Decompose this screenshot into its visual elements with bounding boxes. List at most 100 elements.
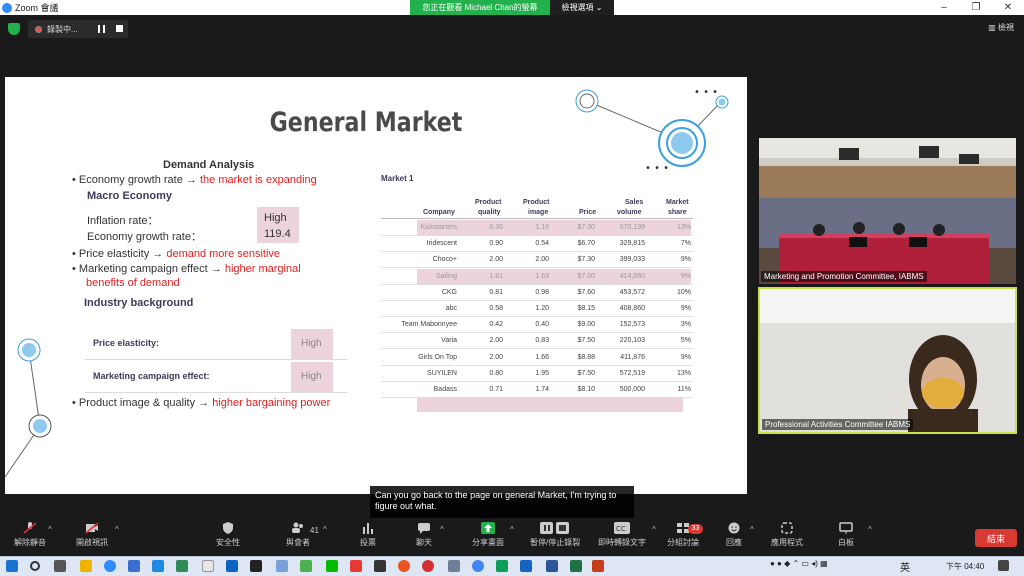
svg-text:• • •: • • •: [694, 87, 718, 98]
powerpoint-icon[interactable]: [592, 560, 604, 572]
outlook-icon[interactable]: [226, 560, 238, 572]
table-cell-volume: 570,199: [619, 224, 645, 231]
table-footer-highlight: [417, 398, 683, 412]
excel-icon[interactable]: [570, 560, 582, 572]
pause-stop-icon: [540, 522, 570, 534]
inflation-value: High: [264, 212, 287, 224]
view-button[interactable]: ▥ 檢視: [988, 22, 1014, 33]
table-row: Girls On Top 2.00 1.66 $8.88 411,876 9%: [381, 350, 693, 366]
task-view-icon[interactable]: [54, 560, 66, 572]
reactions-label: 回應: [726, 538, 742, 547]
app-icon[interactable]: [350, 560, 362, 572]
windows-start-icon[interactable]: [6, 560, 18, 572]
bullet-economy-growth: • Economy growth rate → the market is ex…: [72, 174, 317, 186]
svg-text:• • •: • • •: [645, 163, 669, 174]
chrome-icon[interactable]: [472, 560, 484, 572]
table-row: SUYILEN 0.80 1.95 $7.50 572,519 13%: [381, 366, 693, 382]
participants-icon: [292, 522, 303, 533]
unmute-button[interactable]: 解除靜音: [14, 522, 46, 548]
live-transcript-button[interactable]: CC 即時轉錄文字: [598, 522, 646, 548]
close-button[interactable]: ✕: [993, 0, 1023, 15]
reactions-button[interactable]: 回應: [726, 522, 742, 548]
chat-options-caret[interactable]: ^: [440, 525, 444, 534]
word-icon[interactable]: [520, 560, 532, 572]
bar-chart-icon: [363, 523, 373, 534]
app-icon[interactable]: [202, 560, 214, 572]
muted-microphone-icon: [23, 522, 37, 534]
app-icon[interactable]: [546, 560, 558, 572]
transcript-options-caret[interactable]: ^: [652, 525, 656, 534]
ime-indicator[interactable]: 英: [900, 559, 910, 574]
start-video-button[interactable]: 開啟視訊: [76, 522, 108, 548]
photos-icon[interactable]: [128, 560, 140, 572]
app-icon[interactable]: [374, 560, 386, 572]
whiteboard-button[interactable]: 白板: [838, 522, 854, 548]
minimize-button[interactable]: –: [929, 0, 959, 15]
view-options-button[interactable]: 檢視選項 ⌄: [550, 0, 614, 15]
audio-options-caret[interactable]: ^: [48, 525, 52, 534]
whiteboard-options-caret[interactable]: ^: [868, 525, 872, 534]
table-cell-quality: 0.80: [489, 369, 503, 377]
app-icon[interactable]: [496, 560, 508, 572]
participants-button[interactable]: 與會者: [286, 522, 310, 548]
reactions-options-caret[interactable]: ^: [750, 525, 754, 534]
table-cell-volume: 414,860: [619, 272, 645, 280]
table-cell-quality: 0.81: [489, 288, 503, 296]
table-cell-image: 2.00: [535, 256, 549, 264]
table-cell-image: 0.83: [535, 337, 549, 345]
table-cell-company: Sailing: [435, 272, 457, 280]
security-button[interactable]: 安全性: [216, 522, 240, 548]
table-cell-share: 11%: [677, 386, 692, 393]
app-icon[interactable]: [300, 560, 312, 572]
line-app-icon[interactable]: [326, 560, 338, 572]
video-tile-active-speaker[interactable]: Professional Activities Committee IABMS: [758, 287, 1017, 434]
table-cell-quality: 2.00: [489, 256, 503, 264]
pause-recording-icon[interactable]: [98, 25, 105, 33]
col-quality-2: quality: [478, 209, 501, 216]
table-cell-image: 1.63: [535, 272, 549, 280]
macro-heading: Macro Economy: [87, 190, 172, 202]
col-volume-2: volume: [617, 209, 642, 216]
opera-icon[interactable]: [422, 560, 434, 572]
video-options-caret[interactable]: ^: [115, 525, 119, 534]
shared-slide: • • • • • • General Market Demand Analys…: [5, 77, 747, 494]
table-cell-company: Girls On Top: [418, 353, 457, 361]
chat-button[interactable]: 聊天: [416, 522, 432, 548]
table-cell-volume: 220,103: [619, 337, 645, 345]
bullet-text: • Price elasticity →: [72, 248, 167, 260]
search-icon[interactable]: [30, 561, 40, 571]
share-screen-button[interactable]: 分享畫面: [472, 522, 504, 548]
app-icon[interactable]: [276, 560, 288, 572]
apps-button[interactable]: 應用程式: [771, 522, 803, 548]
app-icon[interactable]: [176, 560, 188, 572]
app-icon[interactable]: [448, 560, 460, 572]
system-tray-icons[interactable]: ● ● ◆ ⌃ ▭ ◂) ▦: [770, 559, 828, 568]
screen-share-banner: 您正在觀看 Michael Chan的螢幕: [410, 0, 550, 15]
video-tile-conference-room[interactable]: Marketing and Promotion Committee, IABMS: [759, 138, 1016, 284]
end-meeting-button[interactable]: 結束: [975, 529, 1017, 547]
live-caption: Can you go back to the page on general M…: [370, 486, 634, 518]
table-cell-volume: 572,519: [619, 369, 645, 377]
video-off-icon: [85, 522, 99, 534]
app-icon[interactable]: [250, 560, 262, 572]
taskbar-clock[interactable]: 下午 04:40: [946, 561, 984, 572]
table-cell-price: $8.88: [577, 353, 595, 361]
start-video-label: 開啟視訊: [76, 538, 108, 547]
file-explorer-icon[interactable]: [80, 560, 92, 572]
app-icon[interactable]: [152, 560, 164, 572]
bullet-highlight-continued: benefits of demand: [86, 277, 180, 289]
restore-button[interactable]: ❐: [961, 0, 991, 15]
pause-stop-recording-button[interactable]: 暫停/停止錄製: [530, 522, 580, 548]
col-quality-1: Product: [475, 199, 502, 206]
zoom-app-icon[interactable]: [104, 560, 116, 572]
share-options-caret[interactable]: ^: [510, 525, 514, 534]
polls-button[interactable]: 投票: [360, 522, 376, 548]
security-shield-icon[interactable]: [8, 23, 20, 35]
view-label: 檢視: [998, 23, 1014, 32]
app-icon[interactable]: [398, 560, 410, 572]
industry-price-elasticity-label: Price elasticity:: [93, 338, 160, 348]
stop-recording-icon[interactable]: [116, 25, 123, 32]
participants-options-caret[interactable]: ^: [323, 525, 327, 534]
notification-icon[interactable]: [998, 560, 1009, 571]
table-cell-share: 9%: [680, 272, 691, 280]
